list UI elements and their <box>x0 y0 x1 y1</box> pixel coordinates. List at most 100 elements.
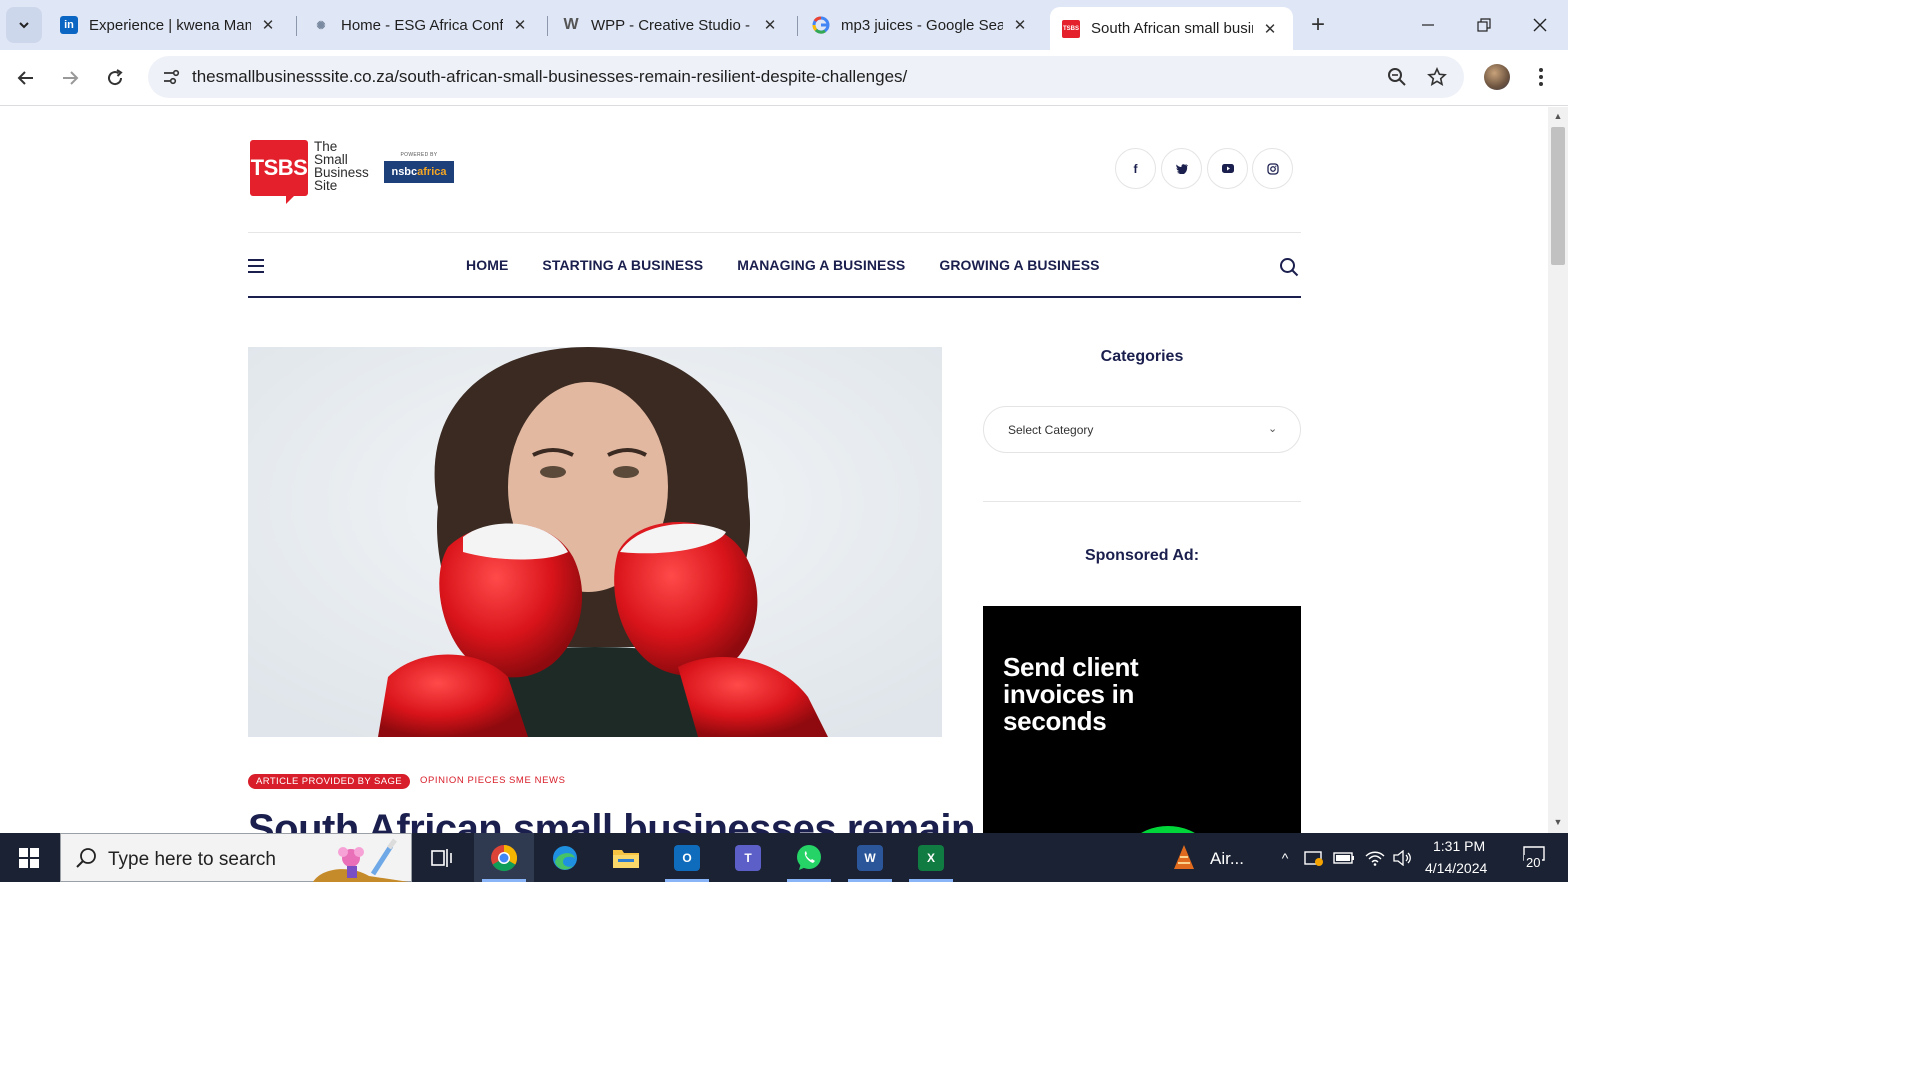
tab-small-business-site[interactable]: TSBS South African small busin ✕ <box>1050 7 1293 50</box>
chevron-up-icon[interactable]: ^ <box>1274 847 1296 869</box>
sponsored-ad-heading: Sponsored Ad: <box>1084 547 1200 564</box>
arrow-right-icon <box>63 71 79 85</box>
close-icon[interactable]: ✕ <box>259 16 277 34</box>
security-icon[interactable] <box>1303 847 1325 869</box>
page-content: TSBS The Small Business Site POWERED BY … <box>0 107 1548 833</box>
site-logo[interactable]: TSBS The Small Business Site POWERED BY … <box>250 140 454 204</box>
site-settings-icon[interactable] <box>156 62 186 92</box>
task-view-icon <box>431 848 452 867</box>
taskbar-chrome[interactable] <box>474 833 534 882</box>
address-bar[interactable]: thesmallbusinesssite.co.za/south-african… <box>148 56 1464 98</box>
scrollbar-thumb[interactable] <box>1551 127 1565 265</box>
wpp-icon: W <box>563 16 579 33</box>
scroll-up-arrow-icon[interactable]: ▲ <box>1552 111 1564 123</box>
nav-starting-a-business[interactable]: STARTING A BUSINESS <box>542 257 703 273</box>
tab-strip: in Experience | kwena Mam ✕ ✺ Home - ESG… <box>0 0 1568 50</box>
taskbar-outlook[interactable]: O <box>657 833 717 882</box>
nav-underline <box>248 296 1301 298</box>
tab-esg-africa[interactable]: ✺ Home - ESG Africa Confe ✕ <box>300 6 541 44</box>
tab-title: mp3 juices - Google Sear <box>841 16 1003 34</box>
close-icon[interactable]: ✕ <box>1011 16 1029 34</box>
close-icon[interactable]: ✕ <box>761 16 779 34</box>
powered-by-badge: POWERED BY nsbc africa <box>384 152 454 183</box>
page-scrollbar[interactable]: ▲ ▼ <box>1548 107 1568 833</box>
sponsor-tag[interactable]: ARTICLE PROVIDED BY SAGE <box>248 774 410 789</box>
nsbc-text: nsbc <box>391 166 418 178</box>
zoom-icon[interactable] <box>1384 64 1410 90</box>
outlook-icon: O <box>674 844 700 871</box>
close-window-button[interactable] <box>1512 0 1568 50</box>
nav-growing-a-business[interactable]: GROWING A BUSINESS <box>939 257 1099 273</box>
air-quality-icon <box>1174 845 1194 869</box>
taskbar-file-explorer[interactable] <box>596 833 656 882</box>
woman-boxing-gloves-photo <box>248 347 942 737</box>
category-select[interactable]: Select Category ⌄ <box>983 406 1301 453</box>
search-highlight-illustration <box>313 838 409 882</box>
taskbar-search-box[interactable]: Type here to search <box>60 833 412 882</box>
site-search-icon[interactable] <box>1279 257 1299 277</box>
twitter-icon[interactable] <box>1161 148 1202 189</box>
facebook-icon[interactable]: f <box>1115 148 1156 189</box>
task-view-button[interactable] <box>412 833 472 882</box>
youtube-icon[interactable] <box>1207 148 1248 189</box>
windows-logo-icon <box>19 847 39 868</box>
clock-date[interactable]: 4/14/2024 <box>1425 860 1487 876</box>
browser-toolbar: thesmallbusinesssite.co.za/south-african… <box>0 50 1568 106</box>
close-icon[interactable]: ✕ <box>511 16 529 34</box>
nav-managing-a-business[interactable]: MANAGING A BUSINESS <box>737 257 905 273</box>
back-button[interactable] <box>8 60 44 96</box>
esg-icon: ✺ <box>316 19 326 32</box>
taskbar-teams[interactable]: T <box>718 833 778 882</box>
category-tag-sme-news[interactable]: SME NEWS <box>509 775 566 786</box>
category-tag-opinion-pieces[interactable]: OPINION PIECES <box>420 775 506 786</box>
battery-icon[interactable] <box>1333 847 1355 869</box>
clock-time[interactable]: 1:31 PM <box>1433 838 1485 854</box>
google-icon <box>812 16 830 34</box>
hamburger-menu-icon[interactable] <box>248 259 264 273</box>
tab-google-search[interactable]: mp3 juices - Google Sear ✕ <box>800 6 1041 44</box>
taskbar-search-placeholder: Type here to search <box>108 849 276 870</box>
volume-icon[interactable] <box>1392 847 1414 869</box>
close-icon[interactable]: ✕ <box>1261 20 1279 38</box>
start-button[interactable] <box>0 833 58 882</box>
ad-headline: Send client invoices in seconds <box>1003 652 1139 736</box>
scroll-down-arrow-icon[interactable]: ▼ <box>1552 817 1564 829</box>
notification-center-button[interactable]: 20 <box>1514 845 1554 870</box>
windows-taskbar: Type here to search O T W X Air... ^ 1:3… <box>0 833 1568 882</box>
tab-search-button[interactable] <box>6 7 42 43</box>
wifi-icon[interactable] <box>1364 847 1386 869</box>
nav-home[interactable]: HOME <box>466 257 508 273</box>
chevron-down-icon: ⌄ <box>1268 423 1278 435</box>
air-quality-widget[interactable]: Air... <box>1166 833 1256 882</box>
tab-separator <box>296 16 297 36</box>
category-select-value: Select Category <box>1008 423 1094 437</box>
taskbar-whatsapp[interactable] <box>779 833 839 882</box>
ad-graphic <box>1113 826 1223 833</box>
forward-button[interactable] <box>52 60 88 96</box>
edge-icon <box>553 845 577 870</box>
new-tab-button[interactable]: + <box>1302 9 1334 41</box>
africa-text: africa <box>417 166 447 178</box>
sponsored-ad-banner[interactable]: Send client invoices in seconds <box>983 606 1301 833</box>
profile-avatar[interactable] <box>1484 64 1510 90</box>
tab-title: Home - ESG Africa Confe <box>341 16 503 34</box>
browser-menu-button[interactable] <box>1528 64 1554 90</box>
arrow-left-icon <box>17 71 33 85</box>
restore-button[interactable] <box>1456 0 1512 50</box>
minimize-button[interactable] <box>1400 0 1456 50</box>
taskbar-excel[interactable]: X <box>901 833 961 882</box>
tab-separator <box>797 16 798 36</box>
tab-linkedin[interactable]: in Experience | kwena Mam ✕ <box>48 6 289 44</box>
logo-badge: TSBS <box>250 140 308 204</box>
reload-button[interactable] <box>97 60 133 96</box>
tab-title: WPP - Creative Studio - C <box>591 16 753 34</box>
article-hero-image <box>248 347 942 737</box>
instagram-icon[interactable] <box>1252 148 1293 189</box>
bookmark-star-icon[interactable] <box>1424 64 1450 90</box>
restore-icon <box>1477 18 1491 32</box>
taskbar-word[interactable]: W <box>840 833 900 882</box>
logo-wordmark: The Small Business Site <box>314 140 374 193</box>
tsbs-icon: TSBS <box>1062 19 1080 38</box>
taskbar-edge[interactable] <box>535 833 595 882</box>
tab-wpp[interactable]: W WPP - Creative Studio - C ✕ <box>550 6 791 44</box>
